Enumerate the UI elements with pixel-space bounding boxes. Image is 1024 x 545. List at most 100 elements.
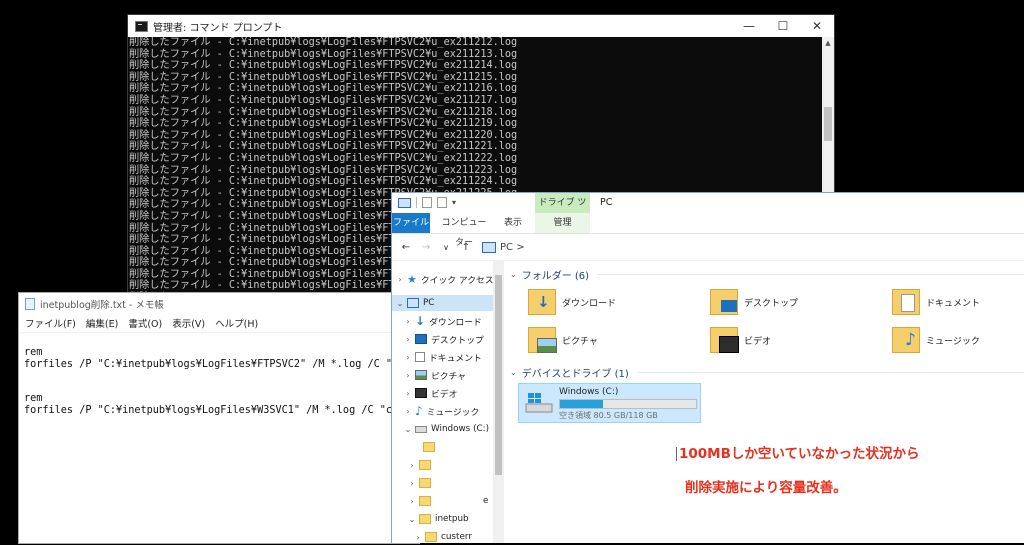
chevron-right-icon[interactable]: › [404,371,412,380]
cmd-output-line: 削除したファイル - C:¥inetpub¥logs¥LogFiles¥FTPS… [129,83,518,95]
nav-custerr[interactable]: › custerr [414,529,472,545]
chevron-right-icon[interactable]: › [404,389,412,398]
cmd-output-line: 削除したファイル - C:¥inetpub¥logs¥LogFiles¥FTPS… [129,118,518,130]
chevron-right-icon[interactable]: › [414,533,422,542]
customize-dropdown-icon[interactable]: ▾ [452,198,456,207]
drives-group-header[interactable]: ⌄ デバイスとドライブ (1) [510,365,1024,380]
forward-arrow-icon[interactable]: → [420,242,432,253]
chevron-right-icon[interactable]: › [408,479,416,488]
drive-usage-bar [559,399,697,409]
nav-videos[interactable]: › ビデオ [404,385,457,401]
nav-drive-c[interactable]: ⌄ Windows (C:) [404,421,489,437]
nav-pc[interactable]: ⌄ PC [392,295,497,311]
address-bar[interactable]: ← → ∨ ↑ PC > [392,234,1024,261]
nav-scroll-thumb[interactable] [495,275,502,475]
chevron-right-icon[interactable]: › [404,353,412,362]
nav-folder[interactable]: › [408,457,435,473]
chevron-down-icon[interactable]: ⌄ [404,425,412,434]
notepad-text-area[interactable]: rem forfiles /P "C:¥inetpub¥logs¥LogFile… [19,333,496,416]
properties-icon[interactable] [422,197,432,208]
folder-downloads[interactable]: ↓ ダウンロード [528,289,616,315]
music-note-icon: ♪ [415,404,423,418]
folder-desktop[interactable]: デスクトップ [710,289,798,315]
address-path[interactable]: PC > [500,242,525,253]
desktop-folder-icon [710,289,738,315]
folder-pictures[interactable]: ピクチャ [528,327,598,353]
menu-help[interactable]: ヘルプ(H) [215,316,258,330]
chevron-right-icon[interactable]: › [396,275,404,284]
nav-downloads[interactable]: › ↓ ダウンロード [404,313,482,329]
nav-folder[interactable]: › e [408,493,488,509]
folders-group-label: フォルダー (6) [521,271,590,282]
nav-quick-access[interactable]: › ★ クイック アクセス [396,271,493,287]
minimize-button[interactable]: — [732,15,766,37]
tab-view[interactable]: 表示 [498,213,528,233]
explorer-title: PC [600,197,613,208]
folders-group-header[interactable]: ⌄ フォルダー (6) [510,267,1024,282]
chevron-right-icon[interactable]: › [408,461,416,470]
explorer-title-bar[interactable]: ▾ ドライブ ツール PC [392,193,1024,228]
cmd-title: 管理者: コマンド プロンプト [153,22,283,34]
back-arrow-icon[interactable]: ← [400,242,412,253]
nav-music[interactable]: › ♪ ミュージック [404,403,479,419]
drive-c-tile[interactable]: Windows (C:) 空き領域 80.5 GB/118 GB [518,383,701,423]
folder-documents[interactable]: ドキュメント [892,289,980,315]
nav-desktop[interactable]: › デスクトップ [404,331,484,347]
text-cursor [676,447,677,461]
notepad-window[interactable]: inetpublog削除.txt - メモ帳 ファイル(F) 編集(E) 書式(… [18,292,496,544]
folder-music[interactable]: ♪ ミュージック [892,327,980,353]
new-folder-icon[interactable] [437,197,447,208]
nav-inetpub[interactable]: ⌄ inetpub [408,511,469,527]
download-arrow-icon: ↓ [415,314,426,328]
nav-pictures-label: ピクチャ [431,371,467,382]
cmd-output-line: 削除したファイル - C:¥inetpub¥logs¥LogFiles¥FTPS… [129,106,518,118]
chevron-down-icon[interactable]: ⌄ [510,270,517,279]
nav-folder[interactable] [420,439,439,455]
documents-folder-icon [892,289,920,315]
cmd-title-bar[interactable]: 管理者: コマンド プロンプト — ☐ ✕ [128,15,834,37]
chevron-down-icon[interactable]: ⌄ [510,368,517,377]
navigation-pane: › ★ クイック アクセス ⌄ PC › ↓ ダウンロード › デスクトップ ›… [392,261,497,545]
scroll-up-icon[interactable]: ▲ [822,37,834,49]
chevron-right-icon[interactable]: › [408,497,416,506]
content-pane: ⌄ フォルダー (6) ↓ ダウンロード デスクトップ ドキュメント ピクチャ … [506,261,1024,543]
cmd-scroll-thumb[interactable] [824,107,832,141]
tab-computer[interactable]: コンピューター [438,213,490,248]
cmd-output-line: 削除したファイル - C:¥inetpub¥logs¥LogFiles¥FTPS… [129,152,518,164]
desktop-icon [415,334,427,344]
cmd-icon [135,20,148,32]
drive-c-name: Windows (C:) [559,387,619,397]
nav-downloads-label: ダウンロード [429,317,482,328]
chevron-right-icon[interactable]: › [404,407,412,416]
maximize-button[interactable]: ☐ [766,15,800,37]
folder-icon [419,514,431,524]
folder-icon [425,532,437,542]
notepad-title-bar[interactable]: inetpublog削除.txt - メモ帳 [19,293,419,314]
cmd-output-line: 削除したファイル - C:¥inetpub¥logs¥LogFiles¥FTPS… [129,60,518,72]
recent-dropdown-icon[interactable]: ∨ [440,243,452,252]
menu-file[interactable]: ファイル(F) [25,316,76,330]
nav-documents[interactable]: › ドキュメント [404,349,482,365]
menu-edit[interactable]: 編集(E) [86,316,118,330]
drive-free-space: 空き領域 80.5 GB/118 GB [559,411,658,420]
nav-pictures[interactable]: › ピクチャ [404,367,466,383]
nav-desktop-label: デスクトップ [431,335,484,346]
chevron-right-icon[interactable]: › [404,335,412,344]
nav-music-label: ミュージック [426,407,480,418]
tab-manage[interactable]: 管理 [535,213,590,233]
chevron-down-icon[interactable]: ⌄ [408,515,416,524]
quick-access-toolbar: ▾ [398,197,456,208]
menu-view[interactable]: 表示(V) [172,316,205,330]
folder-videos[interactable]: ビデオ [710,327,771,353]
annotation-line-2: 削除実施により容量改善。 [685,480,847,496]
chevron-right-icon[interactable]: › [404,317,412,326]
chevron-down-icon[interactable]: ⌄ [396,299,404,308]
drive-icon [415,425,427,433]
menu-format[interactable]: 書式(O) [128,316,162,330]
tab-file[interactable]: ファイル [392,213,430,233]
nav-folder[interactable]: › [408,475,435,491]
toolbar-divider [416,197,417,208]
notepad-title: inetpublog削除.txt - メモ帳 [40,299,164,311]
nav-scrollbar[interactable] [493,261,504,543]
close-button[interactable]: ✕ [800,15,834,37]
